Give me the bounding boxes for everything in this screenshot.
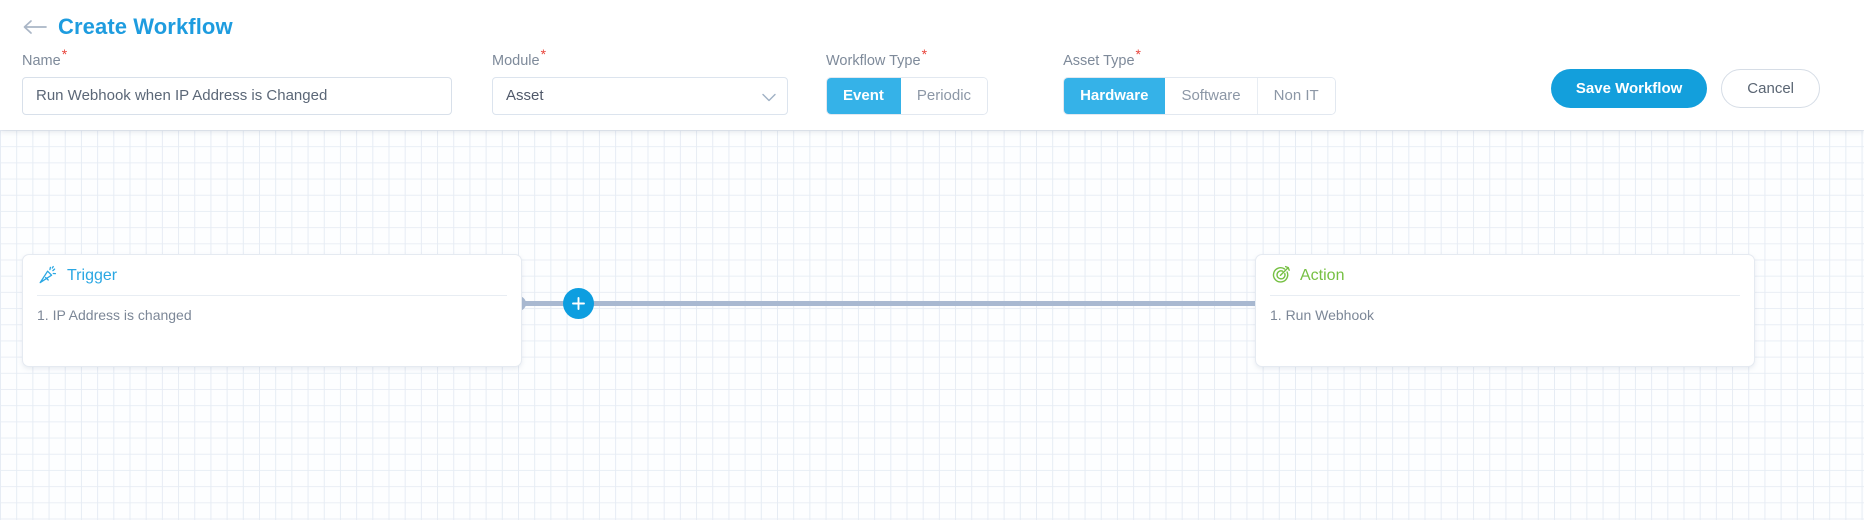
asset-type-label: Asset Type* — [1063, 46, 1141, 69]
form-fields-row: Name* Module* Asset Workflow Type* — [22, 46, 1842, 115]
workflow-type-toggle-group: Event Periodic — [826, 76, 989, 115]
page-title: Create Workflow — [58, 14, 233, 39]
add-node-button[interactable] — [563, 288, 594, 319]
module-label: Module* — [492, 46, 547, 69]
field-name: Name* — [22, 46, 452, 115]
asset-type-option-non-it[interactable]: Non IT — [1257, 77, 1335, 114]
workflow-name-input[interactable] — [22, 76, 452, 115]
action-node-title: Action — [1300, 266, 1345, 284]
workflow-type-label: Workflow Type* — [826, 46, 928, 69]
create-workflow-page: Create Workflow Name* Module* Asset — [0, 0, 1864, 520]
required-asterisk: * — [61, 46, 68, 63]
asset-type-toggle-group: Hardware Software Non IT — [1063, 76, 1336, 115]
module-select[interactable]: Asset — [492, 76, 788, 115]
workflow-type-option-periodic[interactable]: Periodic — [900, 77, 988, 114]
action-node-item: 1. Run Webhook — [1270, 307, 1375, 323]
field-module: Module* Asset — [492, 46, 788, 115]
required-asterisk: * — [921, 46, 928, 63]
plus-icon — [571, 296, 586, 311]
field-asset-type: Asset Type* Hardware Software Non IT — [1063, 46, 1336, 115]
trigger-node-title: Trigger — [67, 266, 118, 284]
asset-type-option-software[interactable]: Software — [1165, 77, 1258, 114]
header-actions: Save Workflow Cancel — [1550, 69, 1820, 108]
trigger-node-header: Trigger — [37, 265, 507, 296]
name-label: Name* — [22, 46, 68, 69]
connector-line — [517, 301, 1257, 306]
action-node-header: Action — [1270, 265, 1740, 296]
title-row: Create Workflow — [22, 0, 1842, 46]
action-node[interactable]: Action 1. Run Webhook — [1255, 254, 1755, 367]
click-cursor-icon — [37, 265, 58, 286]
page-header: Create Workflow Name* Module* Asset — [0, 0, 1864, 130]
required-asterisk: * — [540, 46, 547, 63]
arrow-left-icon[interactable] — [22, 16, 48, 38]
workflow-type-option-event[interactable]: Event — [827, 77, 901, 114]
asset-type-option-hardware[interactable]: Hardware — [1064, 77, 1166, 114]
trigger-node[interactable]: Trigger 1. IP Address is changed — [22, 254, 522, 367]
target-dart-icon — [1270, 265, 1291, 286]
required-asterisk: * — [1135, 46, 1141, 63]
field-workflow-type: Workflow Type* Event Periodic — [826, 46, 989, 115]
workflow-canvas[interactable]: Trigger 1. IP Address is changed Action … — [0, 130, 1864, 520]
cancel-button[interactable]: Cancel — [1721, 69, 1820, 108]
module-select-wrap: Asset — [492, 76, 788, 115]
save-workflow-button[interactable]: Save Workflow — [1550, 69, 1708, 108]
trigger-node-item: 1. IP Address is changed — [37, 307, 192, 323]
